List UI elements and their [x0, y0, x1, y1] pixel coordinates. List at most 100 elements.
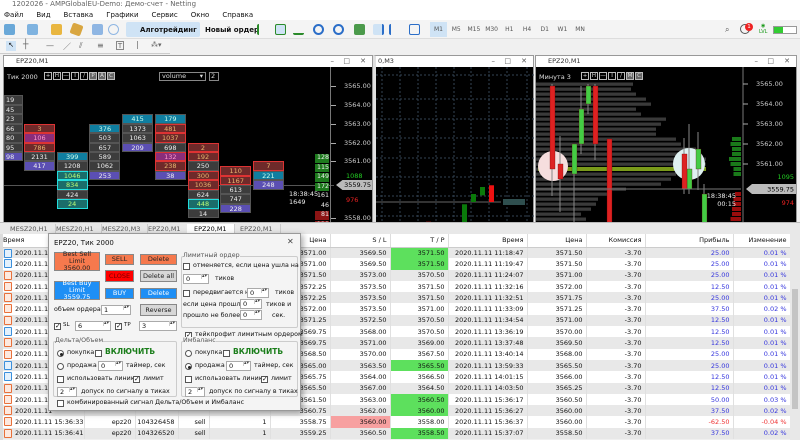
- text-icon[interactable]: T: [116, 41, 124, 50]
- delete-all-button[interactable]: Delete all: [140, 270, 177, 282]
- timeframe-d1[interactable]: D1: [536, 22, 553, 37]
- line-chart-icon[interactable]: [293, 24, 304, 35]
- table-row[interactable]: 2020.11.11 15:36:33 epz20 104326458 sell 1 35…: [3, 416, 791, 428]
- use-line-checkbox[interactable]: [57, 376, 64, 383]
- chart-tool-button[interactable]: H: [590, 72, 598, 80]
- new-order-button[interactable]: Новый ордер: [191, 22, 262, 37]
- vertical-line-icon[interactable]: |: [136, 40, 139, 49]
- use-line-checkbox[interactable]: [185, 376, 192, 383]
- horizontal-line-icon[interactable]: —: [46, 41, 54, 50]
- scrollbar-thumb[interactable]: [792, 289, 798, 409]
- timeframe-m1[interactable]: M1: [430, 22, 447, 37]
- sell-button[interactable]: SELL: [105, 254, 134, 265]
- fibonacci-icon[interactable]: ≡: [97, 41, 104, 50]
- tp-checkbox[interactable]: ✓: [115, 323, 122, 330]
- chart-tool-button[interactable]: —: [599, 72, 607, 80]
- shapes-icon[interactable]: ⁂▾: [151, 41, 162, 49]
- close-button[interactable]: ✕: [521, 56, 527, 67]
- best-sell-limit-button[interactable]: Best Sell Limit 3560.00: [54, 251, 100, 272]
- sl-input[interactable]: 6: [75, 321, 111, 331]
- column-header[interactable]: Время: [448, 234, 528, 248]
- candlestick-plot[interactable]: [376, 67, 534, 222]
- sell-radio[interactable]: [185, 363, 192, 370]
- column-header[interactable]: Комиссия: [586, 234, 646, 248]
- tolerance-input[interactable]: 2: [57, 387, 77, 397]
- menu-help[interactable]: Справка: [222, 11, 253, 19]
- navigator-icon[interactable]: [92, 24, 103, 35]
- zoom-in-icon[interactable]: [313, 24, 324, 35]
- menu-insert[interactable]: Вставка: [64, 11, 94, 19]
- column-header[interactable]: Цена: [527, 234, 587, 248]
- timeframe-m30[interactable]: M30: [483, 22, 500, 37]
- tolerance-input[interactable]: 2: [185, 387, 205, 397]
- auto-scroll-icon[interactable]: [373, 24, 384, 35]
- templates-icon[interactable]: [409, 24, 420, 35]
- chart-tool-button[interactable]: +: [581, 72, 589, 80]
- combined-signal-checkbox[interactable]: [57, 400, 64, 407]
- timeframe-mn[interactable]: MN: [572, 22, 589, 37]
- chart-window-footprint[interactable]: EPZ20,M1 – □ ✕ Тик 2000 + H — I / P A C volume ▾ 2…: [3, 55, 373, 239]
- chart-tool-button[interactable]: M: [626, 72, 634, 80]
- table-scrollbar[interactable]: [790, 234, 800, 440]
- maximize-button[interactable]: □: [767, 56, 774, 67]
- timeframe-h4[interactable]: H4: [519, 22, 536, 37]
- column-header[interactable]: T / P: [390, 234, 449, 248]
- volume-input[interactable]: 1: [101, 305, 131, 315]
- delete-sell-button[interactable]: Delete: [140, 254, 177, 265]
- new-chart-icon[interactable]: [4, 24, 15, 35]
- chart-tool-button[interactable]: /: [617, 72, 625, 80]
- sell-radio[interactable]: [57, 363, 64, 370]
- chart-shift-icon[interactable]: [389, 24, 400, 35]
- close-icon[interactable]: ✕: [287, 237, 294, 246]
- cursor-icon[interactable]: ↖: [6, 41, 16, 51]
- column-header[interactable]: S / L: [330, 234, 391, 248]
- buy-radio[interactable]: [57, 350, 64, 357]
- minimize-button[interactable]: –: [492, 56, 496, 67]
- channel-icon[interactable]: ⫽: [79, 41, 83, 51]
- limit-checkbox[interactable]: ✓: [133, 376, 140, 383]
- cancel-if-moved-checkbox[interactable]: [183, 263, 190, 270]
- delete-buy-button[interactable]: Delete: [140, 288, 177, 299]
- algo-trading-button[interactable]: Алготрейдинг: [126, 22, 200, 37]
- candlestick-icon[interactable]: [275, 24, 286, 35]
- limit-checkbox[interactable]: ✓: [261, 376, 268, 383]
- reverse-button[interactable]: Reverse: [140, 304, 177, 316]
- signals-icon[interactable]: [108, 24, 119, 35]
- search-icon[interactable]: ⌕: [725, 25, 729, 35]
- close-position-button[interactable]: CLOSE: [105, 270, 134, 282]
- chart-tool-button[interactable]: C: [635, 72, 643, 80]
- passed-ticks-input[interactable]: 0: [240, 299, 262, 309]
- timeframe-m15[interactable]: M15: [465, 22, 482, 37]
- timer-input[interactable]: 0: [98, 361, 123, 371]
- timer-input[interactable]: 0: [226, 361, 251, 371]
- market-watch-icon[interactable]: [51, 24, 62, 35]
- column-header[interactable]: Изменение: [733, 234, 791, 248]
- timeframe-m5[interactable]: M5: [448, 22, 465, 37]
- enable-checkbox[interactable]: [95, 350, 102, 357]
- buy-radio[interactable]: [185, 350, 192, 357]
- timeframe-w1[interactable]: W1: [554, 22, 571, 37]
- maximize-button[interactable]: □: [504, 56, 511, 67]
- chart-window-profile[interactable]: EPZ20,M1 – □ ✕ 3565.00 3564.00 3563.00 3562.0…: [535, 55, 797, 223]
- zoom-out-icon[interactable]: [333, 24, 344, 35]
- sl-checkbox[interactable]: ✓: [54, 323, 61, 330]
- buy-button[interactable]: BUY: [105, 288, 134, 299]
- best-buy-limit-button[interactable]: Best Buy Limit 3559.75: [54, 280, 100, 301]
- profiles-icon[interactable]: [27, 24, 38, 35]
- footprint-plot[interactable]: 3565.00 3564.00 3563.00 3562.00 3561.00 3558.…: [4, 67, 372, 239]
- seconds-input[interactable]: 0: [240, 310, 262, 320]
- menu-tools[interactable]: Сервис: [152, 11, 178, 19]
- tile-windows-icon[interactable]: [354, 24, 365, 35]
- close-button[interactable]: ✕: [360, 56, 366, 67]
- volume-profile-plot[interactable]: 3565.00 3564.00 3563.00 3562.00 3561.00 3559.…: [536, 67, 796, 222]
- column-header[interactable]: Прибыль: [645, 234, 734, 248]
- maximize-button[interactable]: □: [343, 56, 350, 67]
- chart-window-m3[interactable]: 0,M3 – □ ✕: [373, 55, 534, 223]
- timeframe-h1[interactable]: H1: [501, 22, 518, 37]
- menu-charts[interactable]: Графики: [106, 11, 138, 19]
- chart-tool-button[interactable]: I: [608, 72, 616, 80]
- move-ticks-input[interactable]: 0: [247, 288, 269, 298]
- move-order-checkbox[interactable]: [183, 290, 190, 297]
- table-row[interactable]: 2020.11.11 15:36:41 epz20 104326520 sell 1 35…: [3, 427, 791, 440]
- enable-checkbox[interactable]: [223, 350, 230, 357]
